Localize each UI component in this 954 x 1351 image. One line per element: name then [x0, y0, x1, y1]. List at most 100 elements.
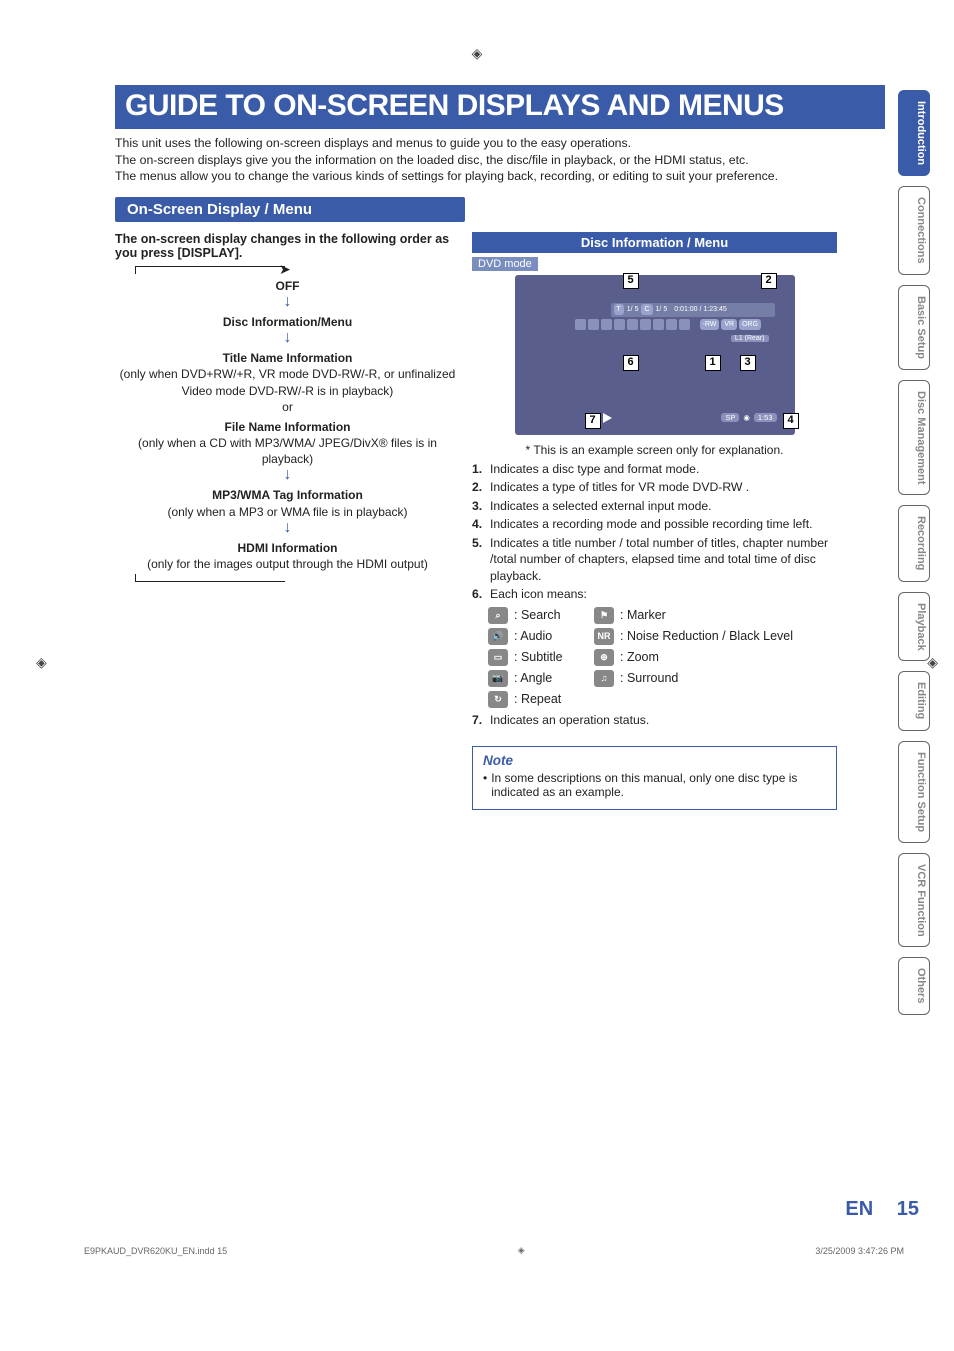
- registration-mark-top: ◈: [472, 45, 483, 62]
- flow-title-name-sub: (only when DVD+RW/+R, VR mode DVD-RW/-R,…: [119, 366, 456, 398]
- tab-recording[interactable]: Recording: [898, 505, 930, 581]
- flow-hdmi-sub: (only for the images output through the …: [119, 556, 456, 572]
- down-arrow-icon: ↓: [119, 330, 456, 346]
- footer-lang: EN: [845, 1198, 873, 1220]
- flow-mp3-tag: MP3/WMA Tag Information: [119, 487, 456, 503]
- down-arrow-icon: ↓: [119, 520, 456, 536]
- flow-file-name-sub: (only when a CD with MP3/WMA/ JPEG/DivX®…: [119, 435, 456, 467]
- footer-page-number: 15: [897, 1198, 919, 1220]
- l1-rear-label: L1 (Rear): [731, 335, 769, 342]
- strip-t-value: 1/ 5: [627, 306, 639, 313]
- down-arrow-icon: ↓: [119, 294, 456, 310]
- legend-6: Each icon means:: [490, 586, 587, 602]
- tab-disc-management[interactable]: Disc Management: [898, 380, 930, 496]
- angle-icon: 📷: [488, 670, 508, 687]
- tab-editing[interactable]: Editing: [898, 671, 930, 730]
- tab-others[interactable]: Others: [898, 957, 930, 1014]
- flow-disc-info: Disc Information/Menu: [119, 314, 456, 330]
- strip-t-label: T: [614, 304, 624, 315]
- callout-1: 1: [705, 355, 721, 371]
- surround-icon: ♫: [594, 670, 614, 687]
- mini-icon: [601, 319, 612, 330]
- disc-info-header: Disc Information / Menu: [472, 232, 837, 253]
- icon-label-marker: : Marker: [620, 608, 666, 622]
- icon-label-zoom: : Zoom: [620, 650, 659, 664]
- icon-label-angle: : Angle: [514, 671, 594, 685]
- note-title: Note: [483, 753, 826, 768]
- icon-label-audio: : Audio: [514, 629, 594, 643]
- page-content: GUIDE TO ON-SCREEN DISPLAYS AND MENUS Th…: [115, 85, 885, 810]
- screen-diagram: 5 2 6 1 3 4 7 T 1/ 5 C 1/ 5 0:01:00 / 1:…: [515, 275, 795, 435]
- pill-rw: -RW: [700, 319, 720, 330]
- icon-label-repeat: : Repeat: [514, 692, 594, 706]
- screen-bottom-bar: SP ◉ 1:53: [603, 411, 777, 425]
- callout-4: 4: [783, 413, 799, 429]
- flow-off: OFF: [119, 278, 456, 294]
- rec-mode: SP: [721, 413, 739, 422]
- audio-icon: 🔊: [488, 628, 508, 645]
- tab-connections[interactable]: Connections: [898, 186, 930, 275]
- nr-icon: NR: [594, 628, 614, 645]
- intro-paragraph: This unit uses the following on-screen d…: [115, 135, 885, 185]
- pill-vr: VR: [721, 319, 737, 330]
- legend-7: Indicates an operation status.: [490, 712, 649, 728]
- display-flow-column: The on-screen display changes in the fol…: [115, 232, 460, 810]
- play-icon: [603, 413, 612, 423]
- strip-time: 0:01:00 / 1:23:45: [674, 306, 727, 313]
- mini-icon: [627, 319, 638, 330]
- pill-org: ORG: [739, 319, 761, 330]
- legend-5: Indicates a title number / total number …: [490, 535, 837, 584]
- mini-icon: [653, 319, 664, 330]
- legend-1: Indicates a disc type and format mode.: [490, 461, 699, 477]
- icon-label-surround: : Surround: [620, 671, 678, 685]
- flow-or: or: [119, 399, 456, 415]
- flow-mp3-tag-sub: (only when a MP3 or WMA file is in playb…: [119, 504, 456, 520]
- strip-c-label: C: [641, 304, 652, 315]
- mini-icon: [614, 319, 625, 330]
- tab-playback[interactable]: Playback: [898, 592, 930, 662]
- callout-5: 5: [623, 273, 639, 289]
- icon-legend-grid: ⌕ : Search ⚑ : Marker 🔊 : Audio NR : Noi…: [488, 607, 837, 708]
- search-icon: ⌕: [488, 607, 508, 624]
- mini-icon: [679, 319, 690, 330]
- example-note: * This is an example screen only for exp…: [472, 443, 837, 457]
- strip-c-value: 1/ 5: [656, 306, 668, 313]
- icon-label-subtitle: : Subtitle: [514, 650, 594, 664]
- callout-7: 7: [585, 413, 601, 429]
- tab-introduction[interactable]: Introduction: [898, 90, 930, 176]
- disc-mini-icon: ◉: [743, 413, 750, 422]
- note-body: In some descriptions on this manual, onl…: [491, 771, 826, 799]
- legend-4: Indicates a recording mode and possible …: [490, 516, 812, 532]
- mini-icon: [575, 319, 586, 330]
- mini-icon: [666, 319, 677, 330]
- tab-function-setup[interactable]: Function Setup: [898, 741, 930, 843]
- arrow-right-icon: ➤: [279, 261, 291, 278]
- icon-label-search: : Search: [514, 608, 594, 622]
- registration-mark-left: ◈: [36, 654, 47, 671]
- note-box: Note • In some descriptions on this manu…: [472, 746, 837, 810]
- tab-vcr-function[interactable]: VCR Function: [898, 853, 930, 948]
- mini-icon: [588, 319, 599, 330]
- flow-file-name: File Name Information: [119, 419, 456, 435]
- file-timestamp: 3/25/2009 3:47:26 PM: [815, 1246, 904, 1256]
- file-name-text: E9PKAUD_DVR620KU_EN.indd 15: [84, 1246, 227, 1256]
- flow-lead-text: The on-screen display changes in the fol…: [115, 232, 460, 260]
- flow-hdmi: HDMI Information: [119, 540, 456, 556]
- page-title: GUIDE TO ON-SCREEN DISPLAYS AND MENUS: [115, 85, 885, 129]
- legend-3: Indicates a selected external input mode…: [490, 498, 712, 514]
- tab-basic-setup[interactable]: Basic Setup: [898, 285, 930, 370]
- subtitle-icon: ▭: [488, 649, 508, 666]
- dvd-mode-tag: DVD mode: [472, 257, 538, 271]
- section-heading: On-Screen Display / Menu: [115, 197, 465, 222]
- down-arrow-icon: ↓: [119, 467, 456, 483]
- repeat-icon: ↻: [488, 691, 508, 708]
- callout-2: 2: [761, 273, 777, 289]
- marker-icon: ⚑: [594, 607, 614, 624]
- info-strip-top: T 1/ 5 C 1/ 5 0:01:00 / 1:23:45: [611, 303, 775, 317]
- mini-icon: [640, 319, 651, 330]
- bullet: •: [483, 771, 487, 799]
- info-strip-icons: -RW VR ORG: [575, 319, 775, 331]
- callout-6: 6: [623, 355, 639, 371]
- callout-3: 3: [740, 355, 756, 371]
- flow-title-name: Title Name Information: [119, 350, 456, 366]
